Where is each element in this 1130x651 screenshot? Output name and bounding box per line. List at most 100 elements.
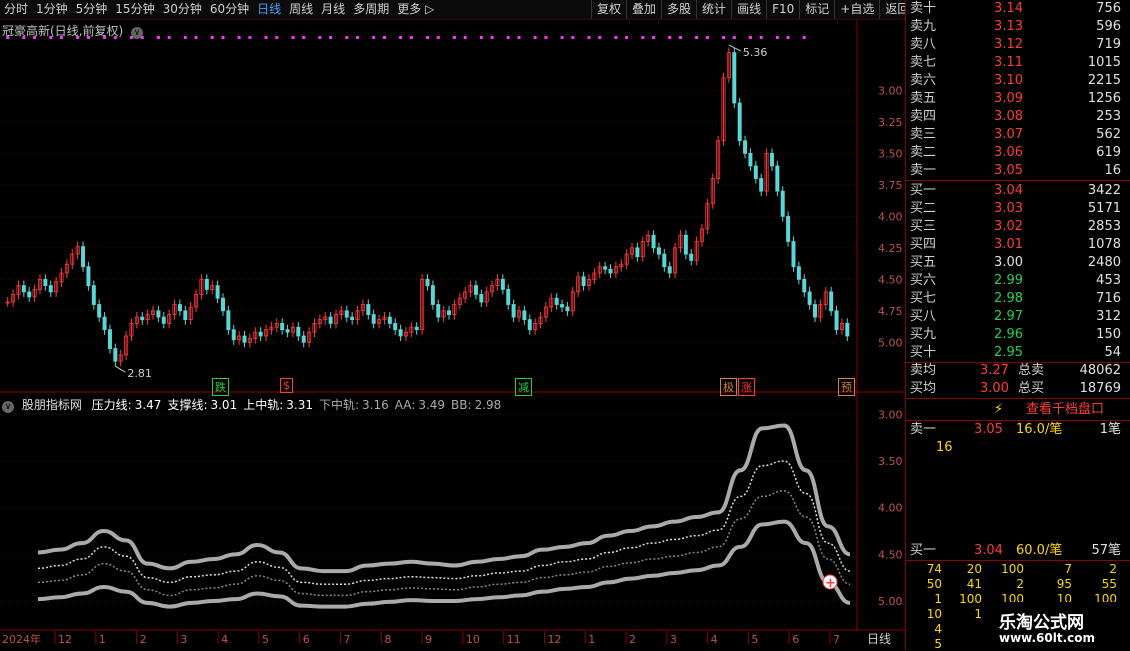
order-level-price: 2.95 bbox=[994, 345, 1023, 360]
signal-dot bbox=[302, 36, 306, 39]
period-tab-6[interactable]: 日线 bbox=[253, 0, 285, 19]
detail-field-3: 57笔 bbox=[1091, 543, 1121, 558]
period-tab-5[interactable]: 60分钟 bbox=[206, 0, 253, 19]
bid-row-8[interactable]: 买九 2.96 150 bbox=[906, 326, 1130, 344]
period-tab-3[interactable]: 15分钟 bbox=[111, 0, 158, 19]
bid-row-7[interactable]: 买八 2.97 312 bbox=[906, 308, 1130, 326]
chevron-down-icon[interactable]: ∨ bbox=[131, 27, 144, 39]
period-tab-10[interactable]: 更多 ▷ bbox=[393, 0, 438, 19]
ask-row-3[interactable]: 卖七 3.11 1015 bbox=[906, 54, 1130, 72]
period-tab-0[interactable]: 分时 bbox=[0, 0, 32, 19]
order-level-volume: 453 bbox=[1096, 273, 1121, 288]
signal-dot bbox=[248, 36, 252, 39]
signal-dot bbox=[356, 36, 360, 39]
indicator-name[interactable]: 股朋指标网 bbox=[22, 398, 82, 412]
high-marker-line bbox=[728, 44, 742, 52]
signal-dot bbox=[587, 36, 591, 39]
order-level-label: 买六 bbox=[910, 273, 937, 288]
period-tab-2[interactable]: 5分钟 bbox=[72, 0, 112, 19]
month-label: 2 bbox=[629, 633, 636, 646]
toolbar-action-7[interactable]: +自选 bbox=[834, 0, 879, 19]
toolbar-action-6[interactable]: 标记 bbox=[799, 0, 834, 19]
bid-row-6[interactable]: 买七 2.98 716 bbox=[906, 290, 1130, 308]
indicator-item-4: AA: 3.49 bbox=[395, 398, 445, 412]
chevron-down-icon[interactable]: ∨ bbox=[2, 401, 14, 413]
bid-row-3[interactable]: 买四 3.01 1078 bbox=[906, 236, 1130, 254]
candle-body bbox=[387, 316, 392, 324]
summary-field-2: 总买 bbox=[1018, 381, 1045, 396]
buy-queue-cell: 1 bbox=[934, 592, 942, 606]
toolbar-action-4[interactable]: 画线 bbox=[731, 0, 766, 19]
period-tab-8[interactable]: 月线 bbox=[317, 0, 349, 19]
ask-row-5[interactable]: 卖五 3.09 1256 bbox=[906, 90, 1130, 108]
ask-row-8[interactable]: 卖二 3.06 619 bbox=[906, 144, 1130, 162]
ask-row-9[interactable]: 卖一 3.05 16 bbox=[906, 162, 1130, 180]
price-tick-label: 3.50 bbox=[878, 147, 903, 160]
bid-row-2[interactable]: 买三 3.02 2853 bbox=[906, 218, 1130, 236]
indicator-tick-label: 3.50 bbox=[878, 455, 903, 468]
toolbar-action-1[interactable]: 叠加 bbox=[626, 0, 661, 19]
chart-canvas[interactable]: 5.00 4.75 4.50 4.25 4.00 3.75 3.50 3.25 3.00 5.36… bbox=[0, 20, 905, 650]
indicator-tick-label: 4.00 bbox=[878, 502, 903, 515]
summary-field-1: 3.27 bbox=[980, 363, 1009, 378]
order-level-label: 买四 bbox=[910, 237, 937, 252]
candle-body bbox=[81, 246, 86, 268]
signal-dot bbox=[786, 36, 790, 39]
qianfang-divider bbox=[906, 398, 1130, 399]
period-tab-7[interactable]: 周线 bbox=[285, 0, 317, 19]
qianfang-button[interactable]: ⚡ 查看千档盘口 bbox=[906, 400, 1130, 420]
candle-body bbox=[436, 304, 441, 318]
order-level-label: 卖十 bbox=[910, 1, 937, 16]
toolbar-action-5[interactable]: F10 bbox=[766, 0, 799, 19]
toolbar-action-2[interactable]: 多股 bbox=[661, 0, 696, 19]
month-label: 6 bbox=[792, 633, 799, 646]
candle-body bbox=[344, 310, 349, 318]
ask-row-0[interactable]: 卖十 3.14 756 bbox=[906, 0, 1130, 18]
toolbar-action-3[interactable]: 统计 bbox=[696, 0, 731, 19]
order-level-volume: 5171 bbox=[1087, 201, 1121, 216]
period-tab-4[interactable]: 30分钟 bbox=[159, 0, 206, 19]
candle-body bbox=[473, 285, 478, 295]
stock-name-label: 冠豪高新(日线,前复权) bbox=[2, 24, 124, 38]
period-tab-1[interactable]: 1分钟 bbox=[32, 0, 72, 19]
candle-body bbox=[667, 266, 672, 274]
ask-row-4[interactable]: 卖六 3.10 2215 bbox=[906, 72, 1130, 90]
bid-row-1[interactable]: 买二 3.03 5171 bbox=[906, 200, 1130, 218]
month-label: 6 bbox=[303, 633, 310, 646]
detail-field-2: 16.0/笔 bbox=[1016, 422, 1063, 437]
candle-body bbox=[829, 291, 834, 312]
candle-body bbox=[430, 285, 435, 305]
candle-body bbox=[845, 322, 850, 337]
order-level-price: 2.99 bbox=[994, 273, 1023, 288]
bid-row-4[interactable]: 买五 3.00 2480 bbox=[906, 254, 1130, 272]
candle-body bbox=[656, 247, 661, 255]
high-price-label: 5.36 bbox=[743, 46, 768, 59]
toolbar-action-0[interactable]: 复权 bbox=[591, 0, 626, 19]
signal-dot bbox=[506, 36, 510, 39]
ask-row-2[interactable]: 卖八 3.12 719 bbox=[906, 36, 1130, 54]
order-level-volume: 619 bbox=[1096, 145, 1121, 160]
order-level-volume: 2853 bbox=[1087, 219, 1121, 234]
candle-body bbox=[226, 310, 231, 331]
bid-row-5[interactable]: 买六 2.99 453 bbox=[906, 272, 1130, 290]
candle-body bbox=[554, 297, 559, 305]
qianfang-label: 查看千档盘口 bbox=[1026, 402, 1105, 417]
order-level-price: 3.04 bbox=[994, 183, 1023, 198]
bid-row-0[interactable]: 买一 3.04 3422 bbox=[906, 182, 1130, 200]
buy1-detail-row[interactable]: 买一 3.04 60.0/笔 57笔 bbox=[906, 542, 1130, 560]
order-level-volume: 1256 bbox=[1087, 91, 1121, 106]
buy-queue-cell: 74 bbox=[926, 562, 942, 576]
detail-field-1: 3.05 bbox=[974, 422, 1003, 437]
buy-queue-cell: 2 bbox=[1016, 577, 1024, 591]
signal-badge-0: 跌 bbox=[212, 378, 229, 396]
price-tick-label: 5.00 bbox=[878, 336, 903, 349]
sell1-detail-row[interactable]: 卖一 3.05 16.0/笔 1笔 bbox=[906, 421, 1130, 439]
ask-row-6[interactable]: 卖四 3.08 253 bbox=[906, 108, 1130, 126]
order-level-price: 3.12 bbox=[994, 37, 1023, 52]
signal-dot bbox=[479, 36, 483, 39]
period-tab-9[interactable]: 多周期 bbox=[349, 0, 393, 19]
ask-row-7[interactable]: 卖三 3.07 562 bbox=[906, 126, 1130, 144]
bid-row-9[interactable]: 买十 2.95 54 bbox=[906, 344, 1130, 362]
ask-row-1[interactable]: 卖九 3.13 596 bbox=[906, 18, 1130, 36]
candle-body bbox=[242, 335, 247, 343]
